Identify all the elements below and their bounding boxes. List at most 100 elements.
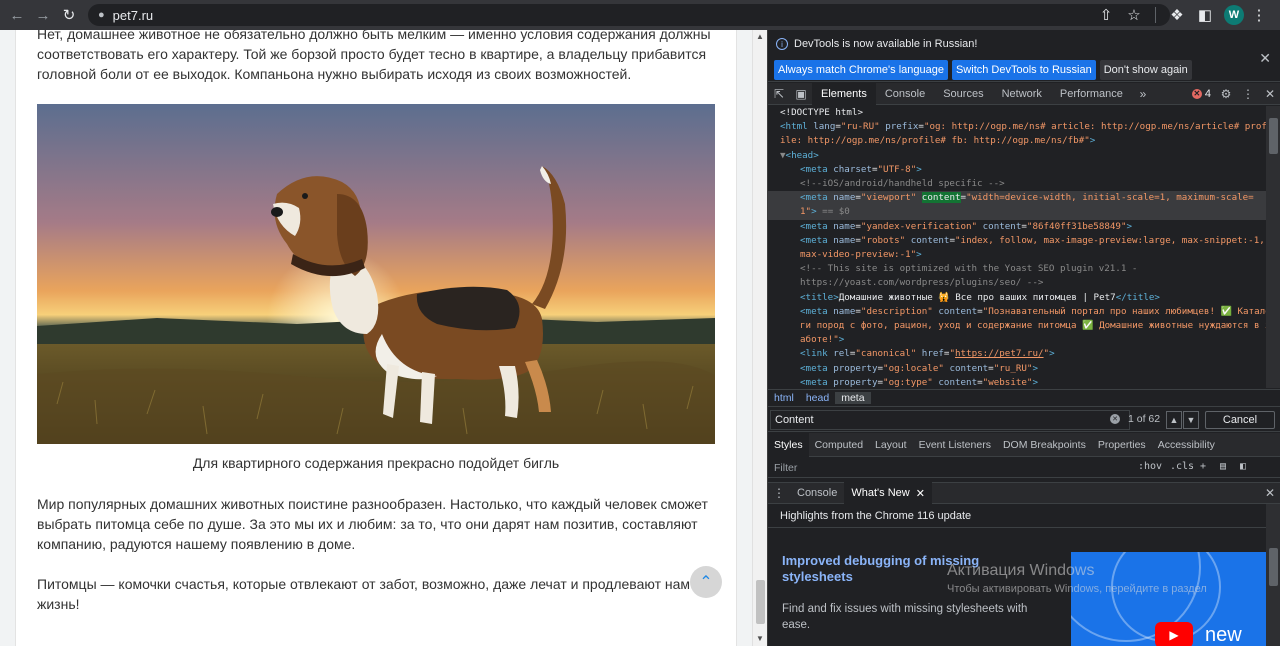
switch-to-russian-button[interactable]: Switch DevTools to Russian [951,60,1096,80]
dom-line[interactable]: ги пород с фото, рацион, уход и содержан… [768,319,1266,333]
dom-line[interactable]: <meta name="description" content="Познав… [768,305,1266,319]
styles-filter-bar: Filter :hov .cls + ▤ ◧ [768,458,1280,478]
more-tabs-chevron-icon[interactable]: » [1132,83,1154,105]
dom-line[interactable]: аботе!"> [768,333,1266,347]
breadcrumb-head[interactable]: head [800,392,835,404]
chrome-menu-icon[interactable]: ⋮ [1246,2,1272,28]
breadcrumb-html[interactable]: html [768,392,800,404]
dom-line[interactable]: <title>Домашние животные 🙀 Все про ваших… [768,291,1266,305]
tab-accessibility[interactable]: Accessibility [1152,433,1221,457]
forward-arrow-icon[interactable]: → [30,2,56,28]
tab-event-listeners[interactable]: Event Listeners [913,433,997,457]
dom-line-selected[interactable]: <meta name="viewport" content="width=dev… [768,191,1266,206]
reload-icon[interactable]: ↻ [56,2,82,28]
tab-sources[interactable]: Sources [934,83,992,105]
error-count-badge[interactable]: ✕ 4 [1188,88,1215,100]
dom-line[interactable]: <meta charset="UTF-8"> [768,163,1266,177]
whats-new-video-thumbnail[interactable]: ▶ new [1071,552,1266,646]
extensions-puzzle-icon[interactable]: ❖ [1164,2,1190,28]
dom-search-bar: Content ✕ 1 of 62 ▲ ▼ Cancel [768,408,1280,432]
paint-brush-icon[interactable]: ▤ [1220,461,1226,472]
devtools-panel: i DevTools is now available in Russian! … [767,30,1280,646]
infobar-buttons: Always match Chrome's language Switch De… [774,60,1192,80]
breadcrumb: html head meta [768,389,1280,407]
dom-line[interactable]: <meta property="og:type" content="websit… [768,376,1266,388]
inspect-element-icon[interactable]: ⇱ [768,83,790,105]
bookmark-star-icon[interactable]: ☆ [1121,2,1147,28]
cancel-search-button[interactable]: Cancel [1205,411,1275,429]
share-icon[interactable]: ⇧ [1093,2,1119,28]
address-bar[interactable]: ● pet7.ru [88,4,1170,26]
dont-show-again-button[interactable]: Don't show again [1099,60,1192,80]
drawer-tab-whats-new[interactable]: What's New ✕ [844,482,932,504]
site-info-icon[interactable]: ● [98,9,105,21]
add-rule-icon[interactable]: + [1200,461,1206,472]
youtube-play-icon[interactable]: ▶ [1155,622,1193,646]
profile-avatar[interactable]: W [1224,5,1244,25]
dom-line[interactable]: ile: http://ogp.me/ns/profile# fb: http:… [768,134,1266,148]
dom-line[interactable]: <!-- This site is optimized with the Yoa… [768,262,1266,276]
dom-line[interactable]: https://yoast.com/wordpress/plugins/seo/… [768,276,1266,290]
whats-new-scrollbar-thumb[interactable] [1269,548,1278,586]
whats-new-item-title[interactable]: Improved debugging of missing stylesheet… [782,553,1012,585]
clear-search-icon[interactable]: ✕ [1110,414,1120,424]
article-paragraph: Питомцы — комочки счастья, которые отвле… [37,576,691,612]
dom-tree-scrollbar[interactable] [1266,106,1280,388]
tab-styles[interactable]: Styles [768,432,809,457]
devtools-tab-bar: ⇱ ▣ Elements Console Sources Network Per… [768,82,1280,105]
settings-gear-icon[interactable]: ⚙ [1215,83,1237,105]
styles-filter-input[interactable]: Filter [768,460,1128,476]
dom-line[interactable]: <meta name="robots" content="index, foll… [768,234,1266,248]
scroll-down-arrow-icon[interactable]: ▼ [756,634,764,643]
dom-search-input[interactable]: Content [770,410,1130,430]
dom-line[interactable]: <html lang="ru-RU" prefix="og: http://og… [768,120,1266,134]
tab-dom-breakpoints[interactable]: DOM Breakpoints [997,433,1092,457]
tab-layout[interactable]: Layout [869,433,913,457]
dom-tree-scrollbar-thumb[interactable] [1269,118,1278,154]
drawer-menu-icon[interactable]: ⋮ [768,482,790,504]
scroll-to-top-button[interactable]: ⌃ [690,566,722,598]
class-toggle[interactable]: .cls [1170,461,1194,472]
dom-tree[interactable]: <!DOCTYPE html> <html lang="ru-RU" prefi… [768,106,1266,388]
drawer-tab-bar: ⋮ Console What's New ✕ ✕ [768,482,1280,504]
computed-sidebar-icon[interactable]: ◧ [1240,461,1246,472]
dom-line[interactable]: ▼<head> [768,149,1266,163]
dom-line[interactable]: <meta property="og:locale" content="ru_R… [768,362,1266,376]
hover-state-toggle[interactable]: :hov [1138,461,1162,472]
toolbar-right: ⇧ ☆ ❖ ◧ W ⋮ [1093,0,1280,30]
close-tab-icon[interactable]: ✕ [916,487,925,500]
tab-performance[interactable]: Performance [1051,83,1132,105]
photo-caption: Для квартирного содержания прекрасно под… [192,455,560,471]
breadcrumb-meta[interactable]: meta [835,392,871,404]
tab-properties[interactable]: Properties [1092,433,1152,457]
dom-line[interactable]: max-video-preview:-1"> [768,248,1266,262]
page-scrollbar-thumb[interactable] [756,580,765,624]
device-toolbar-icon[interactable]: ▣ [790,83,812,105]
scroll-up-arrow-icon[interactable]: ▲ [756,32,764,41]
close-drawer-icon[interactable]: ✕ [1259,482,1280,504]
drawer-tab-label: What's New [851,487,910,499]
back-arrow-icon[interactable]: ← [4,2,30,28]
always-match-language-button[interactable]: Always match Chrome's language [774,60,948,80]
error-icon: ✕ [1191,88,1202,99]
dom-line[interactable]: <link rel="canonical" href="https://pet7… [768,347,1266,361]
search-next-icon[interactable]: ▼ [1183,411,1199,429]
close-icon[interactable]: ✕ [1259,50,1271,67]
tab-network[interactable]: Network [993,83,1051,105]
dom-line[interactable]: <!DOCTYPE html> [768,106,1266,120]
tab-computed[interactable]: Computed [809,433,869,457]
tab-elements[interactable]: Elements [812,82,876,105]
kebab-menu-icon[interactable]: ⋮ [1237,83,1259,105]
tab-console[interactable]: Console [876,83,934,105]
close-devtools-icon[interactable]: ✕ [1259,83,1280,105]
whats-new-scrollbar[interactable] [1266,504,1280,646]
infobar-message: i DevTools is now available in Russian! [776,38,977,50]
drawer-tab-console[interactable]: Console [790,482,844,504]
page-scrollbar[interactable]: ▲ ▼ [752,30,767,646]
article-content: Нет, домашнее животное не обязательно до… [15,30,737,646]
dom-line[interactable]: <!--iOS/android/handheld specific --> [768,177,1266,191]
dom-line-selected[interactable]: 1"> == $0 [768,205,1266,220]
side-panel-icon[interactable]: ◧ [1192,2,1218,28]
search-prev-icon[interactable]: ▲ [1166,411,1182,429]
dom-line[interactable]: <meta name="yandex-verification" content… [768,220,1266,234]
